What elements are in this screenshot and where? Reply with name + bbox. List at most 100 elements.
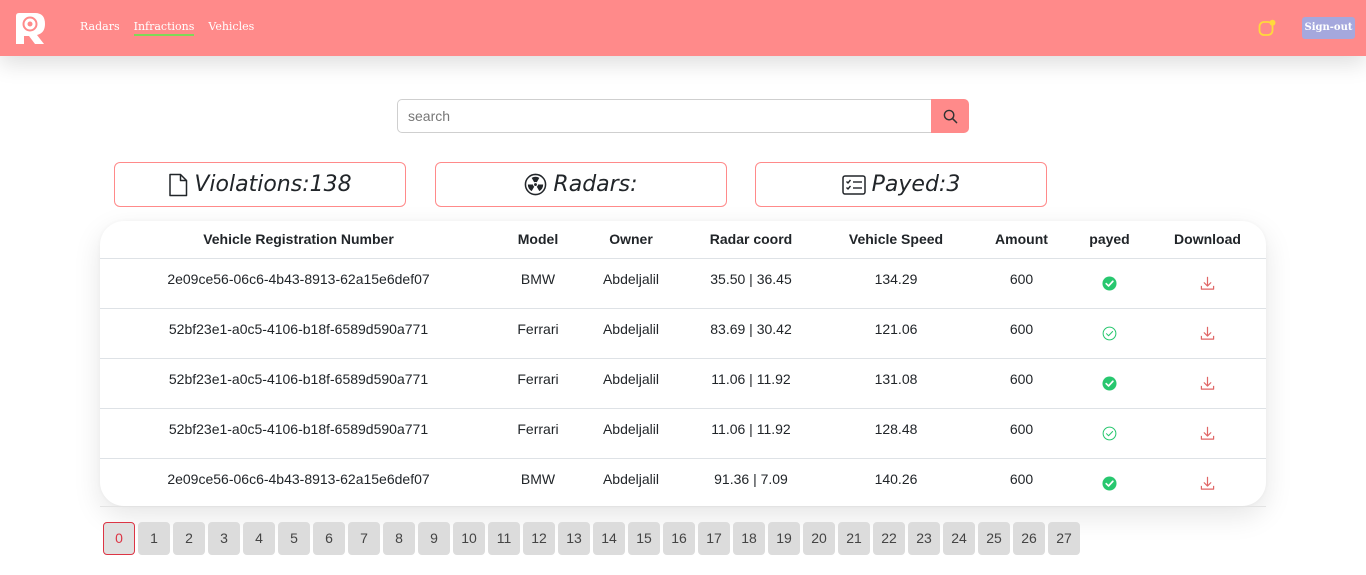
- header-vehicle-speed[interactable]: Vehicle Speed: [819, 221, 973, 259]
- header-owner[interactable]: Owner: [579, 221, 683, 259]
- table-row: 52bf23e1-a0c5-4106-b18f-6589d590a771 Ferr…: [100, 408, 1266, 459]
- nav-link-vehicles[interactable]: Vehicles: [208, 20, 254, 36]
- payed-cell: [1070, 408, 1149, 459]
- amount-cell: 600: [973, 358, 1070, 409]
- search-button[interactable]: [931, 99, 969, 133]
- download-cell: [1149, 358, 1266, 409]
- page-button[interactable]: 18: [733, 522, 765, 555]
- table-row: 52bf23e1-a0c5-4106-b18f-6589d590a771 Ferr…: [100, 308, 1266, 359]
- table-header-row: Vehicle Registration Number Model Owner …: [100, 221, 1266, 259]
- check-circle-filled-icon: [1102, 275, 1117, 291]
- page-button[interactable]: 22: [873, 522, 905, 555]
- radar-coord-cell: 83.69 | 30.42: [683, 308, 819, 359]
- radars-card: Radars:: [435, 162, 727, 207]
- amount-cell: 600: [973, 308, 1070, 359]
- nav-links: Radars Infractions Vehicles: [80, 20, 254, 36]
- table-bottom-rule: [100, 506, 1266, 507]
- download-cell: [1149, 458, 1266, 506]
- violations-card: Violations:138: [114, 162, 406, 207]
- page-button[interactable]: 2: [173, 522, 205, 555]
- page-button[interactable]: 21: [838, 522, 870, 555]
- speed-cell: 131.08: [819, 358, 973, 409]
- registration-cell: 52bf23e1-a0c5-4106-b18f-6589d590a771: [100, 308, 497, 359]
- header-download[interactable]: Download: [1149, 221, 1266, 259]
- check-circle-filled-icon: [1102, 375, 1117, 391]
- page-button[interactable]: 6: [313, 522, 345, 555]
- page-button[interactable]: 3: [208, 522, 240, 555]
- owner-cell: Abdeljalil: [579, 408, 683, 459]
- page-button[interactable]: 11: [488, 522, 520, 555]
- page-button[interactable]: 14: [593, 522, 625, 555]
- table-row: 2e09ce56-06c6-4b43-8913-62a15e6def07 BMW A…: [100, 258, 1266, 309]
- page-button[interactable]: 1: [138, 522, 170, 555]
- radars-count: Radars:: [553, 172, 638, 197]
- page-button[interactable]: 15: [628, 522, 660, 555]
- header-amount[interactable]: Amount: [973, 221, 1070, 259]
- radar-coord-cell: 11.06 | 11.92: [683, 408, 819, 459]
- payed-cell: [1070, 358, 1149, 409]
- nav-link-infractions[interactable]: Infractions: [133, 20, 195, 36]
- header-registration[interactable]: Vehicle Registration Number: [100, 221, 497, 259]
- page-button[interactable]: 4: [243, 522, 275, 555]
- page-button[interactable]: 7: [348, 522, 380, 555]
- page-button[interactable]: 16: [663, 522, 695, 555]
- search-icon: [943, 109, 957, 123]
- amount-cell: 600: [973, 408, 1070, 459]
- search-input[interactable]: [397, 99, 931, 133]
- model-cell: Ferrari: [497, 408, 579, 459]
- owner-cell: Abdeljalil: [579, 258, 683, 309]
- header-model[interactable]: Model: [497, 221, 579, 259]
- payed-cell: [1070, 308, 1149, 359]
- infractions-table: Vehicle Registration Number Model Owner …: [100, 221, 1266, 506]
- search-bar: [397, 99, 969, 133]
- radar-coord-cell: 11.06 | 11.92: [683, 358, 819, 409]
- table-row: 52bf23e1-a0c5-4106-b18f-6589d590a771 Ferr…: [100, 358, 1266, 409]
- radioactive-icon: [525, 173, 547, 196]
- download-cell: [1149, 408, 1266, 459]
- download-icon[interactable]: [1200, 426, 1215, 441]
- amount-cell: 600: [973, 258, 1070, 309]
- speed-cell: 140.26: [874, 470, 918, 487]
- check-circle-outline-icon: [1102, 426, 1117, 440]
- speed-cell: 121.06: [819, 308, 973, 359]
- owner-cell: Abdeljalil: [602, 470, 660, 487]
- page-button[interactable]: 13: [558, 522, 590, 555]
- page-button[interactable]: 26: [1013, 522, 1045, 555]
- check-circle-outline-icon: [1102, 326, 1117, 340]
- radar-logo-icon[interactable]: [13, 11, 47, 45]
- page-button[interactable]: 8: [383, 522, 415, 555]
- signout-button[interactable]: Sign-out: [1302, 17, 1355, 39]
- infractions-table-card: Vehicle Registration Number Model Owner …: [100, 221, 1266, 506]
- page-button[interactable]: 24: [943, 522, 975, 555]
- nav-link-radars[interactable]: Radars: [80, 20, 120, 36]
- page-button[interactable]: 25: [978, 522, 1010, 555]
- owner-cell: Abdeljalil: [579, 358, 683, 409]
- pagination: 0 1 2 3 4 5 6 7 8 9 10 11 12 13 14 15 16 17 18 19 20 21 22 23 24…: [103, 522, 1080, 555]
- registration-cell: 2e09ce56-06c6-4b43-8913-62a15e6def07: [167, 470, 430, 487]
- page-button[interactable]: 19: [768, 522, 800, 555]
- download-icon[interactable]: [1200, 476, 1215, 491]
- page-button[interactable]: 5: [278, 522, 310, 555]
- page-button[interactable]: 17: [698, 522, 730, 555]
- payed-cell: [1070, 458, 1149, 506]
- registration-cell: 52bf23e1-a0c5-4106-b18f-6589d590a771: [100, 408, 497, 459]
- radar-coord-cell: 91.36 | 7.09: [714, 470, 788, 487]
- page-button[interactable]: 0: [103, 522, 135, 555]
- download-cell: [1149, 308, 1266, 359]
- page-button[interactable]: 10: [453, 522, 485, 555]
- download-icon[interactable]: [1200, 276, 1215, 291]
- page-button[interactable]: 23: [908, 522, 940, 555]
- registration-cell: 52bf23e1-a0c5-4106-b18f-6589d590a771: [100, 358, 497, 409]
- page-button[interactable]: 20: [803, 522, 835, 555]
- page-button[interactable]: 9: [418, 522, 450, 555]
- download-icon[interactable]: [1200, 326, 1215, 341]
- download-cell: [1149, 258, 1266, 309]
- page-button[interactable]: 12: [523, 522, 555, 555]
- page-button[interactable]: 27: [1048, 522, 1080, 555]
- radar-coord-cell: 35.50 | 36.45: [683, 258, 819, 309]
- header-payed[interactable]: payed: [1070, 221, 1149, 259]
- header-radar-coord[interactable]: Radar coord: [683, 221, 819, 259]
- download-icon[interactable]: [1200, 376, 1215, 391]
- notification-icon[interactable]: [1258, 19, 1276, 37]
- payed-count: Payed:3: [871, 172, 961, 197]
